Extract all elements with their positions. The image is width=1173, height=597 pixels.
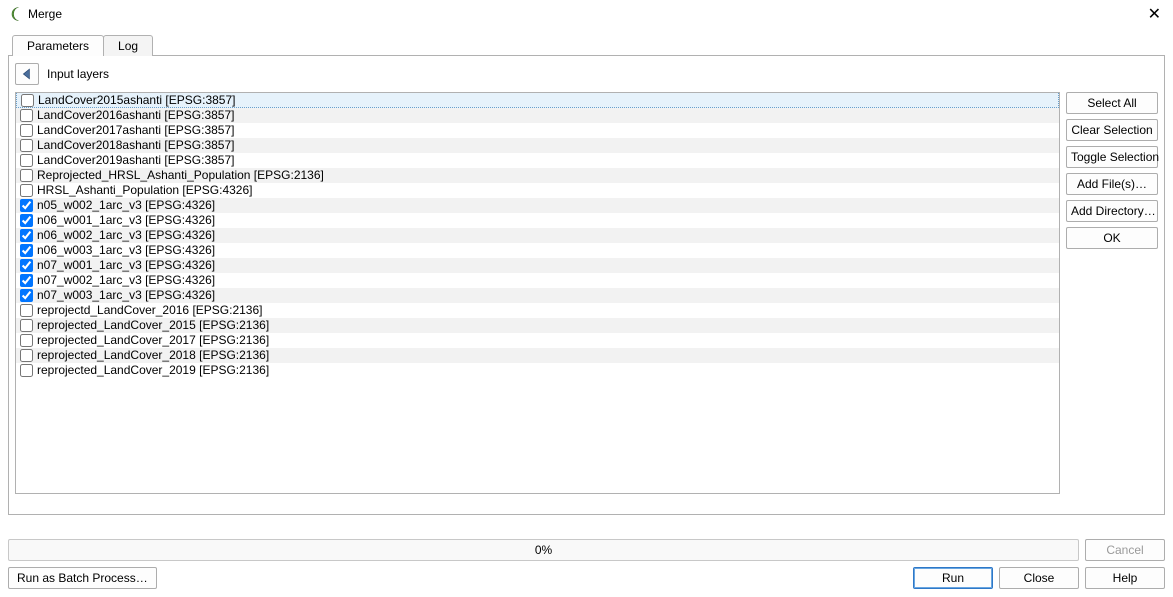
list-item[interactable]: n07_w001_1arc_v3 [EPSG:4326] bbox=[16, 258, 1059, 273]
app-icon bbox=[6, 6, 22, 22]
layer-checkbox[interactable] bbox=[20, 319, 33, 332]
panel-header: Input layers bbox=[15, 62, 1158, 86]
layer-label: n07_w002_1arc_v3 [EPSG:4326] bbox=[37, 273, 215, 288]
layer-label: n06_w002_1arc_v3 [EPSG:4326] bbox=[37, 228, 215, 243]
layer-label: Reprojected_HRSL_Ashanti_Population [EPS… bbox=[37, 168, 324, 183]
layer-label: LandCover2015ashanti [EPSG:3857] bbox=[38, 93, 235, 108]
list-item[interactable]: LandCover2018ashanti [EPSG:3857] bbox=[16, 138, 1059, 153]
layer-checkbox[interactable] bbox=[20, 214, 33, 227]
layer-label: n07_w001_1arc_v3 [EPSG:4326] bbox=[37, 258, 215, 273]
progress-bar: 0% bbox=[8, 539, 1079, 561]
layer-label: n05_w002_1arc_v3 [EPSG:4326] bbox=[37, 198, 215, 213]
layer-label: reprojected_LandCover_2018 [EPSG:2136] bbox=[37, 348, 269, 363]
list-item[interactable]: n07_w002_1arc_v3 [EPSG:4326] bbox=[16, 273, 1059, 288]
layer-checkbox[interactable] bbox=[20, 124, 33, 137]
list-item[interactable]: HRSL_Ashanti_Population [EPSG:4326] bbox=[16, 183, 1059, 198]
list-item[interactable]: n05_w002_1arc_v3 [EPSG:4326] bbox=[16, 198, 1059, 213]
layer-checkbox[interactable] bbox=[20, 274, 33, 287]
layer-label: n06_w003_1arc_v3 [EPSG:4326] bbox=[37, 243, 215, 258]
cancel-button: Cancel bbox=[1085, 539, 1165, 561]
layer-label: LandCover2018ashanti [EPSG:3857] bbox=[37, 138, 234, 153]
layer-checkbox[interactable] bbox=[20, 244, 33, 257]
side-buttons: Select All Clear Selection Toggle Select… bbox=[1066, 92, 1158, 494]
list-item[interactable]: LandCover2015ashanti [EPSG:3857] bbox=[16, 92, 1059, 108]
select-all-button[interactable]: Select All bbox=[1066, 92, 1158, 114]
layer-label: n06_w001_1arc_v3 [EPSG:4326] bbox=[37, 213, 215, 228]
list-item[interactable]: LandCover2019ashanti [EPSG:3857] bbox=[16, 153, 1059, 168]
layer-checkbox[interactable] bbox=[20, 364, 33, 377]
layer-checkbox[interactable] bbox=[20, 199, 33, 212]
list-item[interactable]: LandCover2016ashanti [EPSG:3857] bbox=[16, 108, 1059, 123]
progress-text: 0% bbox=[535, 543, 552, 557]
dialog-footer: 0% Cancel Run as Batch Process… Run Clos… bbox=[8, 539, 1165, 589]
layer-checkbox[interactable] bbox=[20, 229, 33, 242]
add-directory-button[interactable]: Add Directory… bbox=[1066, 200, 1158, 222]
layer-label: LandCover2017ashanti [EPSG:3857] bbox=[37, 123, 234, 138]
tab-panel: Input layers LandCover2015ashanti [EPSG:… bbox=[8, 55, 1165, 515]
window-title: Merge bbox=[28, 7, 62, 21]
layer-checkbox[interactable] bbox=[21, 94, 34, 107]
list-item[interactable]: reprojected_LandCover_2015 [EPSG:2136] bbox=[16, 318, 1059, 333]
layer-label: HRSL_Ashanti_Population [EPSG:4326] bbox=[37, 183, 252, 198]
layer-checkbox[interactable] bbox=[20, 259, 33, 272]
layer-checkbox[interactable] bbox=[20, 334, 33, 347]
layer-label: LandCover2016ashanti [EPSG:3857] bbox=[37, 108, 234, 123]
ok-button[interactable]: OK bbox=[1066, 227, 1158, 249]
layer-label: LandCover2019ashanti [EPSG:3857] bbox=[37, 153, 234, 168]
titlebar: Merge ✕ bbox=[0, 0, 1173, 28]
layer-label: n07_w003_1arc_v3 [EPSG:4326] bbox=[37, 288, 215, 303]
layer-checkbox[interactable] bbox=[20, 139, 33, 152]
list-item[interactable]: n06_w001_1arc_v3 [EPSG:4326] bbox=[16, 213, 1059, 228]
run-button[interactable]: Run bbox=[913, 567, 993, 589]
tab-parameters[interactable]: Parameters bbox=[12, 35, 104, 56]
list-item[interactable]: n06_w002_1arc_v3 [EPSG:4326] bbox=[16, 228, 1059, 243]
close-icon[interactable]: ✕ bbox=[1144, 4, 1165, 24]
panel-heading: Input layers bbox=[47, 67, 109, 81]
list-item[interactable]: reprojected_LandCover_2018 [EPSG:2136] bbox=[16, 348, 1059, 363]
toggle-selection-button[interactable]: Toggle Selection bbox=[1066, 146, 1158, 168]
list-item[interactable]: reprojected_LandCover_2017 [EPSG:2136] bbox=[16, 333, 1059, 348]
close-button[interactable]: Close bbox=[999, 567, 1079, 589]
tab-row: Parameters Log bbox=[12, 32, 1165, 56]
triangle-left-icon bbox=[21, 68, 33, 80]
back-button[interactable] bbox=[15, 63, 39, 85]
layer-label: reprojected_LandCover_2019 [EPSG:2136] bbox=[37, 363, 269, 378]
help-button[interactable]: Help bbox=[1085, 567, 1165, 589]
layer-label: reprojected_LandCover_2015 [EPSG:2136] bbox=[37, 318, 269, 333]
layer-label: reprojected_LandCover_2017 [EPSG:2136] bbox=[37, 333, 269, 348]
list-item[interactable]: Reprojected_HRSL_Ashanti_Population [EPS… bbox=[16, 168, 1059, 183]
layer-checkbox[interactable] bbox=[20, 304, 33, 317]
run-as-batch-button[interactable]: Run as Batch Process… bbox=[8, 567, 157, 589]
list-item[interactable]: reprojectd_LandCover_2016 [EPSG:2136] bbox=[16, 303, 1059, 318]
list-item[interactable]: n06_w003_1arc_v3 [EPSG:4326] bbox=[16, 243, 1059, 258]
list-item[interactable]: LandCover2017ashanti [EPSG:3857] bbox=[16, 123, 1059, 138]
list-item[interactable]: n07_w003_1arc_v3 [EPSG:4326] bbox=[16, 288, 1059, 303]
list-item[interactable]: reprojected_LandCover_2019 [EPSG:2136] bbox=[16, 363, 1059, 378]
layer-checkbox[interactable] bbox=[20, 154, 33, 167]
layer-checkbox[interactable] bbox=[20, 169, 33, 182]
layer-checkbox[interactable] bbox=[20, 109, 33, 122]
layer-label: reprojectd_LandCover_2016 [EPSG:2136] bbox=[37, 303, 263, 318]
tab-log[interactable]: Log bbox=[103, 35, 153, 56]
layer-checkbox[interactable] bbox=[20, 349, 33, 362]
layer-listbox[interactable]: LandCover2015ashanti [EPSG:3857]LandCove… bbox=[15, 92, 1060, 494]
layer-checkbox[interactable] bbox=[20, 184, 33, 197]
layer-checkbox[interactable] bbox=[20, 289, 33, 302]
add-files-button[interactable]: Add File(s)… bbox=[1066, 173, 1158, 195]
clear-selection-button[interactable]: Clear Selection bbox=[1066, 119, 1158, 141]
